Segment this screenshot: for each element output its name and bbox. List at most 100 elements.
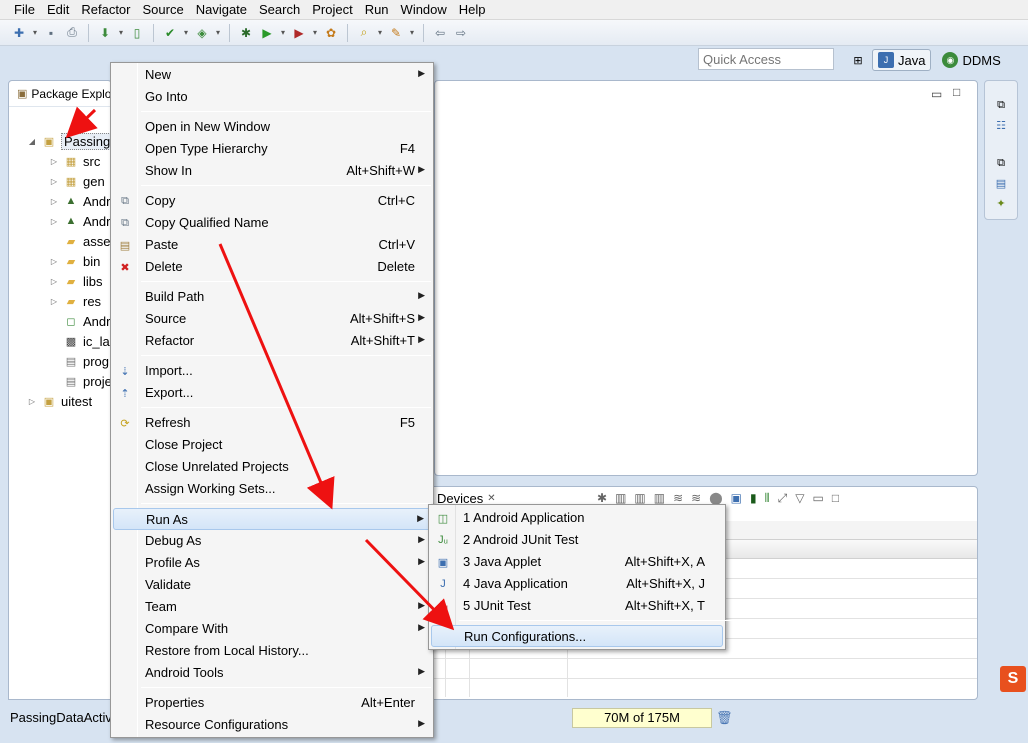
menu-item-compare-with[interactable]: Compare With ▶ xyxy=(113,618,431,640)
menu-item-3-java-applet[interactable]: ▣ 3 Java Applet Alt+Shift+X, A xyxy=(431,551,723,573)
opengl-trace-icon[interactable]: ⤢ xyxy=(778,491,788,506)
chevron-down-icon[interactable]: ▾ xyxy=(311,24,319,42)
save-icon[interactable]: ▪ xyxy=(42,24,60,42)
open-perspective-icon[interactable]: ⊞ xyxy=(850,52,866,68)
menu-item-refresh[interactable]: ⟳ Refresh F5 xyxy=(113,412,431,434)
menu-item-profile-as[interactable]: Profile As ▶ xyxy=(113,552,431,574)
tree-item[interactable]: ◻ Andr xyxy=(49,311,110,331)
menu-search[interactable]: Search xyxy=(253,0,306,20)
menu-item-close-unrelated-projects[interactable]: Close Unrelated Projects xyxy=(113,456,431,478)
close-icon[interactable]: ✕ xyxy=(487,493,495,504)
forward-icon[interactable]: ⇨ xyxy=(452,24,470,42)
chevron-down-icon[interactable]: ▾ xyxy=(117,24,125,42)
chevron-down-icon[interactable]: ▾ xyxy=(31,24,39,42)
menu-item-paste[interactable]: ▤ Paste Ctrl+V xyxy=(113,234,431,256)
menu-item-assign-working-sets[interactable]: Assign Working Sets... xyxy=(113,478,431,500)
android-project-icon[interactable]: ◈ xyxy=(193,24,211,42)
tree-item[interactable]: ▷ ▣ uitest xyxy=(27,391,92,411)
menu-help[interactable]: Help xyxy=(453,0,492,20)
tree-item[interactable]: ◢ ▣ Passing xyxy=(27,131,111,151)
menu-window[interactable]: Window xyxy=(395,0,453,20)
menu-item-team[interactable]: Team ▶ xyxy=(113,596,431,618)
tree-item[interactable]: ▷ ▦ src xyxy=(49,151,100,171)
print-icon[interactable]: ⎙ xyxy=(63,24,81,42)
minimize-icon-2[interactable]: ▭ xyxy=(813,491,824,506)
menu-item-delete[interactable]: ✖ Delete Delete xyxy=(113,256,431,278)
screen-capture-icon[interactable]: ▣ xyxy=(731,491,742,506)
collapsed-icon[interactable]: ▷ xyxy=(49,157,59,166)
outline-icon[interactable]: ☷ xyxy=(993,117,1009,133)
menu-item-copy[interactable]: ⧉ Copy Ctrl+C xyxy=(113,190,431,212)
menu-item-restore-from-local-history[interactable]: Restore from Local History... xyxy=(113,640,431,662)
menu-item-5-junit-test[interactable]: Jᵤ 5 JUnit Test Alt+Shift+X, T xyxy=(431,595,723,617)
minimize-icon[interactable]: ▭ xyxy=(931,87,942,101)
menu-item-new[interactable]: New ▶ xyxy=(113,64,431,86)
menu-item-source[interactable]: Source Alt+Shift+S ▶ xyxy=(113,308,431,330)
menu-item-go-into[interactable]: Go Into xyxy=(113,86,431,108)
tree-item[interactable]: ▷ ▰ libs xyxy=(49,271,103,291)
package-explorer-tab[interactable]: ▣ Package Explo xyxy=(9,81,111,107)
menu-item-export[interactable]: ⇡ Export... xyxy=(113,382,431,404)
menu-run[interactable]: Run xyxy=(359,0,395,20)
tree-item[interactable]: ▷ ▰ bin xyxy=(49,251,100,271)
tree-item[interactable]: ▤ proje xyxy=(49,371,111,391)
new-class-icon[interactable]: ✿ xyxy=(322,24,340,42)
debug-icon[interactable]: ✱ xyxy=(237,24,255,42)
menu-file[interactable]: File xyxy=(8,0,41,20)
chevron-down-icon[interactable]: ▾ xyxy=(408,24,416,42)
open-type-icon[interactable]: ✎ xyxy=(387,24,405,42)
restore-icon[interactable]: ⧉ xyxy=(993,97,1009,113)
collapsed-icon[interactable]: ▷ xyxy=(49,277,59,286)
systrace-icon[interactable]: ⫴ xyxy=(765,491,770,506)
maximize-icon-2[interactable]: □ xyxy=(832,491,839,506)
restore-icon-2[interactable]: ⧉ xyxy=(993,155,1009,171)
menu-item-run-configurations[interactable]: Run Configurations... xyxy=(431,625,723,647)
collapsed-icon[interactable]: ▷ xyxy=(49,217,59,226)
tree-item[interactable]: ▤ prog xyxy=(49,351,109,371)
menu-item-show-in[interactable]: Show In Alt+Shift+W ▶ xyxy=(113,160,431,182)
collapsed-icon[interactable]: ▷ xyxy=(49,257,59,266)
menu-item-import[interactable]: ⇣ Import... xyxy=(113,360,431,382)
external-tools-icon[interactable]: ▶ xyxy=(290,24,308,42)
perspective-ddms[interactable]: ◉ DDMS xyxy=(937,49,1005,71)
expanded-icon[interactable]: ◢ xyxy=(27,137,37,146)
menu-refactor[interactable]: Refactor xyxy=(75,0,136,20)
maximize-icon[interactable]: □ xyxy=(953,85,960,99)
perspective-java[interactable]: J Java xyxy=(872,49,932,71)
menu-project[interactable]: Project xyxy=(306,0,358,20)
tree-item[interactable]: ▷ ▦ gen xyxy=(49,171,105,191)
menu-item-run-as[interactable]: Run As ▶ xyxy=(113,508,431,530)
menu-item-build-path[interactable]: Build Path ▶ xyxy=(113,286,431,308)
android-sdk-icon[interactable]: ⬇ xyxy=(96,24,114,42)
menu-item-4-java-application[interactable]: J 4 Java Application Alt+Shift+X, J xyxy=(431,573,723,595)
tree-item[interactable]: ▷ ▰ res xyxy=(49,291,101,311)
menu-item-android-tools[interactable]: Android Tools ▶ xyxy=(113,662,431,684)
avd-icon[interactable]: ▯ xyxy=(128,24,146,42)
view-menu-icon[interactable]: ▽ xyxy=(795,491,804,506)
menu-item-validate[interactable]: Validate xyxy=(113,574,431,596)
menu-edit[interactable]: Edit xyxy=(41,0,75,20)
run-icon[interactable]: ▶ xyxy=(258,24,276,42)
chevron-down-icon[interactable]: ▾ xyxy=(182,24,190,42)
menu-item-debug-as[interactable]: Debug As ▶ xyxy=(113,530,431,552)
chevron-down-icon[interactable]: ▾ xyxy=(376,24,384,42)
menu-item-copy-qualified-name[interactable]: ⧉ Copy Qualified Name xyxy=(113,212,431,234)
menu-item-open-type-hierarchy[interactable]: Open Type Hierarchy F4 xyxy=(113,138,431,160)
android-icon[interactable]: ✦ xyxy=(993,195,1009,211)
tree-item[interactable]: ▷ ▲ Andr xyxy=(49,211,111,231)
menu-item-2-android-junit-test[interactable]: Jᵤ 2 Android JUnit Test xyxy=(431,529,723,551)
console-icon[interactable]: ▤ xyxy=(993,175,1009,191)
menu-item-refactor[interactable]: Refactor Alt+Shift+T ▶ xyxy=(113,330,431,352)
menu-source[interactable]: Source xyxy=(137,0,190,20)
menu-item-open-in-new-window[interactable]: Open in New Window xyxy=(113,116,431,138)
tree-item[interactable]: ▩ ic_lau xyxy=(49,331,111,351)
chevron-down-icon[interactable]: ▾ xyxy=(214,24,222,42)
check-icon[interactable]: ✔ xyxy=(161,24,179,42)
menu-item-close-project[interactable]: Close Project xyxy=(113,434,431,456)
gc-trash-icon[interactable]: 🗑 xyxy=(716,710,733,726)
back-icon[interactable]: ⇦ xyxy=(431,24,449,42)
new-icon[interactable]: ✚ xyxy=(10,24,28,42)
tree-item[interactable]: ▷ ▲ Andr xyxy=(49,191,111,211)
quick-access-input[interactable] xyxy=(698,48,834,70)
menu-item-properties[interactable]: Properties Alt+Enter xyxy=(113,692,431,714)
